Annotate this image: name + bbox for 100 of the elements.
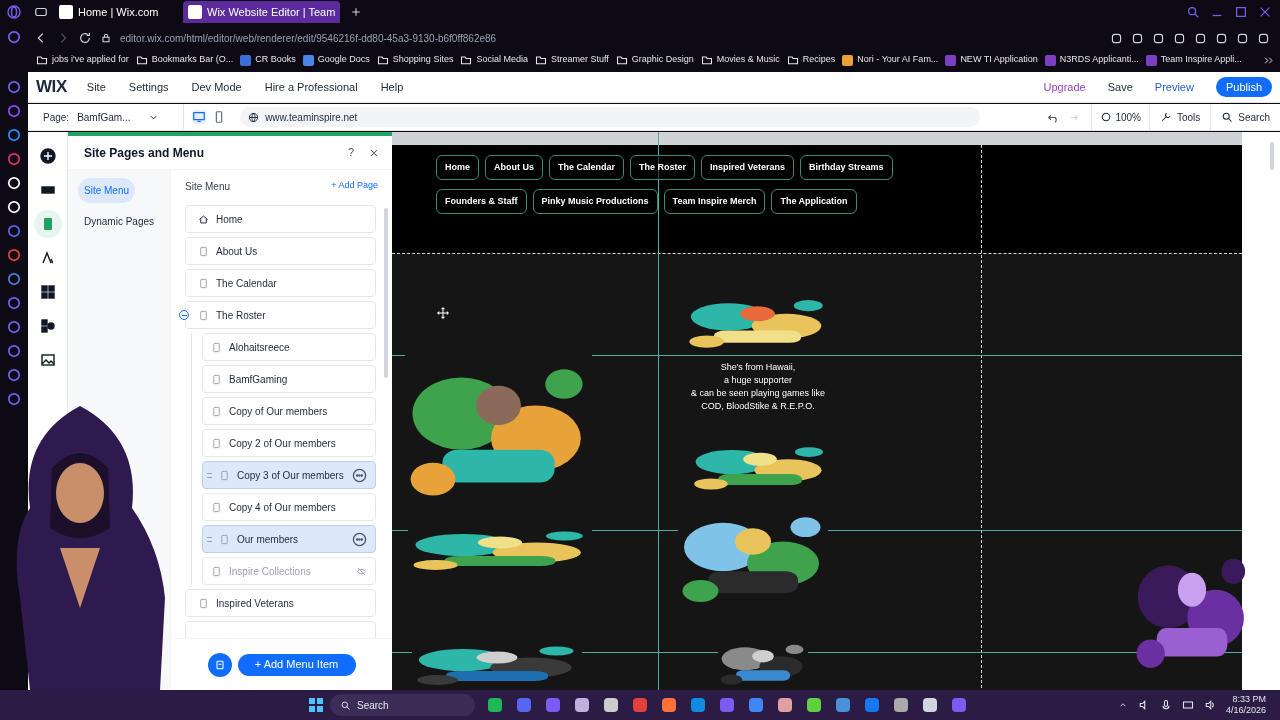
maximize-icon[interactable] bbox=[1234, 5, 1248, 19]
page-dropdown[interactable]: BamfGam... bbox=[77, 109, 160, 125]
site-nav-button[interactable]: The Roster bbox=[630, 155, 696, 180]
bookmark[interactable]: Movies & Music bbox=[700, 53, 780, 67]
menu-item[interactable]: Hire a Professional bbox=[264, 78, 358, 96]
wix-logo[interactable]: WIX bbox=[36, 74, 67, 100]
panel-tab[interactable]: Dynamic Pages bbox=[78, 209, 161, 234]
zoom-button[interactable]: 100% bbox=[1091, 104, 1149, 130]
menu-item[interactable]: Site bbox=[86, 78, 106, 96]
bookmark[interactable]: Bookmarks Bar (O... bbox=[135, 53, 234, 67]
more-options-icon[interactable] bbox=[352, 531, 367, 547]
menu-item[interactable]: Settings bbox=[128, 78, 169, 96]
folder-icon[interactable] bbox=[460, 54, 473, 66]
site-nav-button[interactable]: The Calendar bbox=[549, 155, 625, 180]
page-row[interactable]: Home bbox=[185, 205, 376, 233]
tools-button[interactable]: Tools bbox=[1148, 104, 1211, 130]
browser-logo-icon[interactable] bbox=[6, 4, 22, 20]
site-nav-button[interactable]: Home bbox=[436, 155, 479, 180]
page-row[interactable]: Alohaitsreece bbox=[202, 333, 376, 361]
help-button[interactable]: ? bbox=[347, 144, 354, 161]
bookmark[interactable]: Social Media bbox=[460, 53, 528, 67]
globe-icon[interactable] bbox=[248, 111, 260, 123]
bookmark[interactable]: Streamer Stuff bbox=[534, 53, 609, 67]
folder-icon[interactable] bbox=[36, 54, 48, 66]
page-row[interactable]: Our members bbox=[202, 525, 376, 553]
page-row[interactable]: BamfGaming bbox=[202, 365, 376, 393]
taskbar-app-icon[interactable] bbox=[690, 697, 706, 713]
pages-icon[interactable] bbox=[33, 210, 62, 238]
drag-handle-icon[interactable] bbox=[207, 472, 212, 478]
apps-icon[interactable] bbox=[39, 284, 56, 300]
tab-overview-icon[interactable] bbox=[34, 5, 48, 19]
menu-item[interactable]: Help bbox=[380, 78, 404, 96]
home-icon[interactable] bbox=[198, 213, 209, 225]
page-row[interactable]: The Roster bbox=[185, 301, 376, 329]
folder-icon[interactable] bbox=[786, 54, 799, 66]
add-menu-item-button[interactable]: + Add Menu Item bbox=[237, 653, 356, 676]
page-add-icon[interactable] bbox=[213, 658, 226, 671]
taskbar-search[interactable]: Search bbox=[330, 694, 475, 716]
microphone-icon[interactable] bbox=[1159, 699, 1172, 711]
page-row[interactable]: Copy 4 of Our members bbox=[202, 493, 376, 521]
address-field[interactable]: editor.wix.com/html/editor/web/renderer/edit/9546216f-dd80-45a3-9130-b6f0ff862e86 bbox=[120, 30, 497, 46]
taskbar-app-icon[interactable] bbox=[603, 697, 619, 713]
panel-tab[interactable]: Site Menu bbox=[78, 178, 136, 203]
add-icon[interactable] bbox=[39, 148, 56, 164]
menu-item[interactable]: Dev Mode bbox=[191, 78, 242, 96]
more-bookmarks-icon[interactable] bbox=[1263, 54, 1274, 66]
folder-icon[interactable] bbox=[534, 54, 547, 66]
folder-icon[interactable] bbox=[135, 54, 148, 66]
taskbar-app-icon[interactable] bbox=[806, 697, 822, 713]
taskbar-app-icon[interactable] bbox=[748, 697, 764, 713]
drag-handle-icon[interactable] bbox=[207, 536, 212, 542]
start-icon[interactable] bbox=[308, 697, 324, 713]
search-icon[interactable] bbox=[340, 699, 351, 711]
taskbar-app-icon[interactable] bbox=[835, 697, 851, 713]
taskbar-app-icon[interactable] bbox=[574, 697, 590, 713]
volume-icon[interactable] bbox=[1203, 699, 1216, 711]
bookmark[interactable]: Google Docs bbox=[302, 53, 370, 67]
folder-icon[interactable] bbox=[376, 54, 389, 66]
folder-icon[interactable] bbox=[700, 54, 713, 66]
desktop-icon[interactable] bbox=[192, 110, 207, 124]
more-options-icon[interactable] bbox=[352, 467, 367, 483]
site-nav-button[interactable]: Inspired Veterans bbox=[701, 155, 795, 180]
site-nav-button[interactable]: Founders & Staff bbox=[436, 189, 527, 214]
site-nav-button[interactable]: The Application bbox=[771, 189, 857, 214]
taskbar-app-icon[interactable] bbox=[661, 697, 677, 713]
lock-icon[interactable] bbox=[100, 32, 112, 44]
site-nav-button[interactable]: Team Inspire Merch bbox=[663, 189, 766, 214]
page-row[interactable]: Inspired Veterans bbox=[185, 589, 376, 617]
save-button[interactable]: Save bbox=[1107, 78, 1133, 96]
sidebar-app-icon[interactable] bbox=[7, 128, 21, 142]
bookmark[interactable]: CR Books bbox=[240, 53, 296, 67]
site-nav-button[interactable]: About Us bbox=[485, 155, 543, 180]
bookmark[interactable]: Nori - Your AI Fam... bbox=[842, 53, 939, 67]
wrench-icon[interactable] bbox=[1159, 111, 1172, 123]
search-button[interactable]: Search bbox=[1210, 104, 1280, 130]
taskbar-app-icon[interactable] bbox=[777, 697, 793, 713]
page-row[interactable]: The Calendar bbox=[185, 269, 376, 297]
bookmark[interactable]: jobs i've applied for bbox=[36, 53, 129, 67]
page-row[interactable]: Copy 3 of Our members bbox=[202, 461, 376, 489]
folder-icon[interactable] bbox=[615, 54, 628, 66]
taskbar-app-icon[interactable] bbox=[487, 697, 503, 713]
add-folder-button[interactable] bbox=[207, 652, 232, 677]
site-nav-button[interactable]: Pinky Music Productions bbox=[532, 189, 658, 214]
browser-tab[interactable]: Home | Wix.com bbox=[54, 1, 179, 23]
image-icon[interactable] bbox=[39, 352, 56, 368]
site-nav-button[interactable]: Birthday Streams bbox=[800, 155, 893, 180]
site-url-bar[interactable]: www.teaminspire.net bbox=[240, 107, 981, 127]
page-row[interactable]: Copy 2 of Our members bbox=[202, 429, 376, 457]
search-icon[interactable] bbox=[1221, 111, 1234, 123]
bookmark[interactable]: NEW TI Application bbox=[945, 53, 1038, 67]
bookmark[interactable]: Team Inspire Appli... bbox=[1145, 53, 1242, 67]
close-icon[interactable] bbox=[1258, 5, 1272, 19]
bookmark[interactable]: Graphic Design bbox=[615, 53, 694, 67]
upgrade-link[interactable]: Upgrade bbox=[1043, 78, 1086, 96]
publish-button[interactable]: Publish bbox=[1215, 77, 1272, 97]
bookmark[interactable]: N3RDS Applicanti... bbox=[1044, 53, 1139, 67]
reload-icon[interactable] bbox=[78, 31, 92, 45]
taskbar-app-icon[interactable] bbox=[922, 697, 938, 713]
new-tab-icon[interactable] bbox=[350, 6, 363, 18]
collapse-icon[interactable] bbox=[179, 310, 189, 320]
